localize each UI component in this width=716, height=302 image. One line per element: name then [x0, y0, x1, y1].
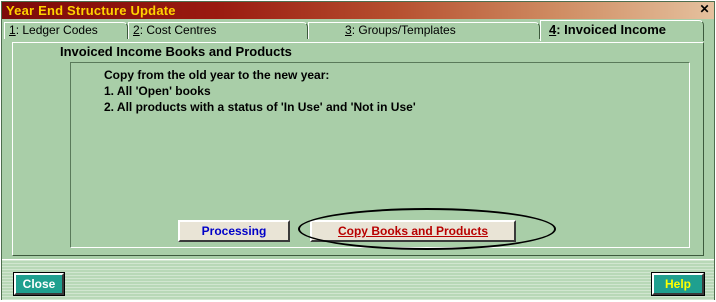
tab-cost-centres[interactable]: 2: Cost Centres: [128, 22, 308, 39]
instruction-item-2: 2. All products with a status of 'In Use…: [104, 100, 416, 114]
window-title: Year End Structure Update: [6, 3, 176, 18]
title-bar[interactable]: Year End Structure Update ✕: [2, 2, 714, 19]
panel-heading: Invoiced Income Books and Products: [60, 44, 292, 59]
copy-books-products-button[interactable]: Copy Books and Products: [310, 220, 516, 242]
tab-invoiced-income[interactable]: 4: Invoiced Income: [540, 20, 704, 41]
tab-invoiced-income-label: : Invoiced Income: [556, 22, 667, 37]
tab-cost-centres-label: : Cost Centres: [139, 23, 217, 37]
year-end-dialog: Year End Structure Update ✕ 1: Ledger Co…: [1, 1, 715, 300]
processing-button[interactable]: Processing: [178, 220, 290, 242]
instruction-text: Copy from the old year to the new year:: [104, 68, 330, 82]
tab-ledger-codes-label: : Ledger Codes: [15, 23, 98, 37]
tab-strip: 1: Ledger Codes 2: Cost Centres 3: Group…: [2, 20, 714, 42]
tab-groups-templates[interactable]: 3: Groups/Templates: [308, 22, 540, 39]
close-button[interactable]: Close: [13, 272, 65, 296]
tab-groups-templates-label: : Groups/Templates: [351, 23, 456, 37]
tab-ledger-codes-key: 1: [9, 23, 16, 37]
instruction-item-1: 1. All 'Open' books: [104, 84, 211, 98]
bottom-bar: [2, 260, 714, 300]
tab-groups-templates-key: 3: [345, 23, 352, 37]
tab-cost-centres-key: 2: [133, 23, 140, 37]
close-icon[interactable]: ✕: [698, 3, 711, 16]
tab-ledger-codes[interactable]: 1: Ledger Codes: [4, 22, 128, 39]
help-button[interactable]: Help: [651, 272, 705, 296]
